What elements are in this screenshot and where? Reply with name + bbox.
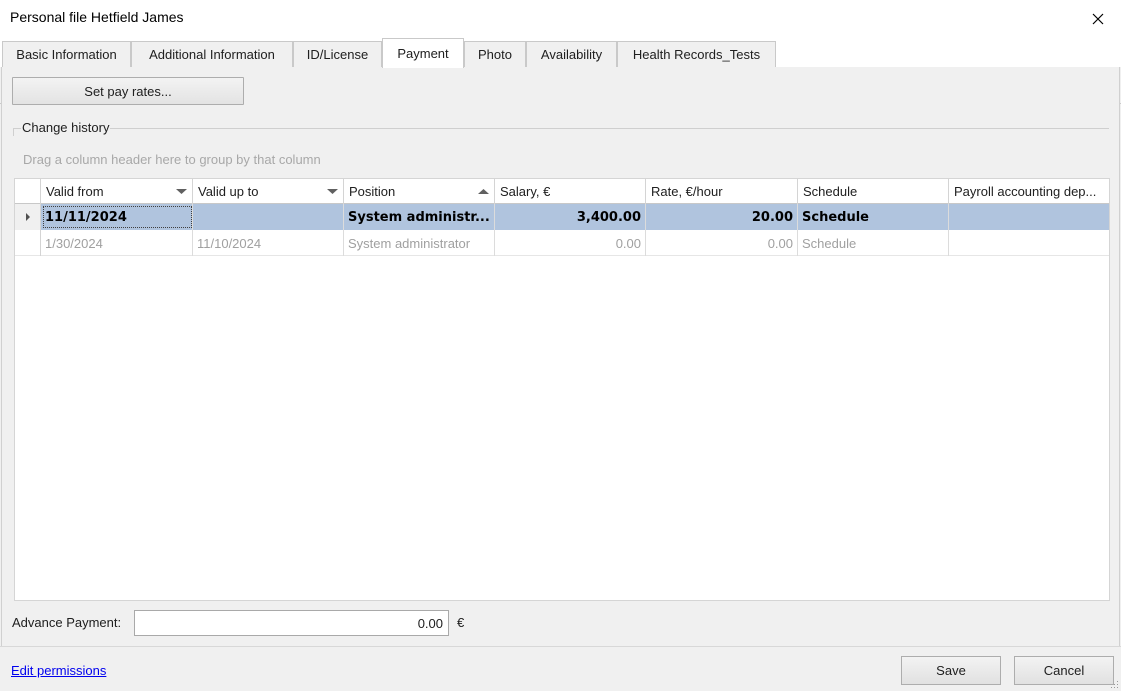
filter-dropdown-icon[interactable] [176, 186, 187, 196]
cell-salary[interactable]: 3,400.00 [495, 204, 646, 230]
currency-unit: € [457, 615, 465, 630]
tab-photo[interactable]: Photo [464, 41, 526, 67]
payment-tab-content: Set pay rates... Change history Drag a c… [1, 67, 1120, 646]
table-row[interactable]: 11/11/2024 System administr... 3,400.00 … [15, 204, 1109, 230]
cell-valid-from[interactable]: 11/11/2024 [41, 204, 193, 230]
set-pay-rates-button[interactable]: Set pay rates... [12, 77, 244, 105]
column-header-label: Payroll accounting dep... [954, 184, 1097, 199]
edit-permissions-link[interactable]: Edit permissions [11, 663, 106, 678]
grid-header: Valid from Valid up to Position Salary, … [15, 179, 1109, 204]
tab-label: Payment [397, 46, 449, 61]
tab-label: Photo [478, 47, 512, 62]
resize-grip-icon[interactable] [1110, 680, 1119, 689]
advance-payment-input[interactable] [134, 610, 449, 636]
column-header-label: Schedule [803, 184, 858, 199]
column-header-payroll-accounting[interactable]: Payroll accounting dep... [949, 179, 1109, 204]
tab-id-license[interactable]: ID/License [293, 41, 382, 67]
column-header-position[interactable]: Position [344, 179, 495, 204]
column-header-valid-from[interactable]: Valid from [41, 179, 193, 204]
column-header-label: Salary, € [500, 184, 551, 199]
change-history-title: Change history [21, 120, 111, 135]
tab-label: Health Records_Tests [632, 47, 761, 62]
column-header-label: Valid from [46, 184, 104, 199]
column-header-label: Position [349, 184, 396, 199]
group-divider-left [13, 128, 14, 136]
cancel-button[interactable]: Cancel [1014, 656, 1114, 685]
row-indicator [15, 204, 41, 230]
close-button[interactable] [1075, 0, 1121, 37]
tab-label: Basic Information [16, 47, 117, 62]
change-history-grid: Valid from Valid up to Position Salary, … [14, 178, 1110, 601]
row-indicator [15, 230, 41, 256]
cell-rate[interactable]: 20.00 [646, 204, 798, 230]
sort-ascending-icon [478, 189, 489, 194]
dialog-footer: Edit permissions Save Cancel [0, 646, 1121, 691]
close-icon [1092, 13, 1104, 24]
group-divider [13, 128, 1109, 129]
tab-strip: Basic Information Additional Information… [0, 37, 1121, 104]
table-row[interactable]: 1/30/2024 11/10/2024 System administrato… [15, 230, 1109, 256]
cell-rate[interactable]: 0.00 [646, 230, 798, 256]
personal-file-window: Personal file Hetfield James Basic Infor… [0, 0, 1121, 691]
tab-additional-information[interactable]: Additional Information [131, 41, 293, 67]
tab-label: Availability [540, 47, 603, 62]
window-title: Personal file Hetfield James [10, 9, 184, 25]
column-header-label: Valid up to [198, 184, 259, 199]
cell-position[interactable]: System administrator [344, 230, 495, 256]
tab-label: ID/License [306, 47, 369, 62]
filter-dropdown-icon[interactable] [327, 186, 338, 196]
header-row-indicator [15, 179, 41, 204]
cell-position[interactable]: System administr... [344, 204, 495, 230]
cell-valid-up-to[interactable]: 11/10/2024 [193, 230, 344, 256]
advance-payment-label: Advance Payment: [12, 615, 122, 630]
tab-payment[interactable]: Payment [382, 38, 464, 68]
current-row-arrow-icon [25, 213, 30, 221]
column-header-valid-up-to[interactable]: Valid up to [193, 179, 344, 204]
column-header-rate[interactable]: Rate, €/hour [646, 179, 798, 204]
tab-basic-information[interactable]: Basic Information [2, 41, 131, 67]
column-header-label: Rate, €/hour [651, 184, 723, 199]
tab-label: Additional Information [149, 47, 275, 62]
column-header-salary[interactable]: Salary, € [495, 179, 646, 204]
tab-health-records-tests[interactable]: Health Records_Tests [617, 41, 776, 67]
cell-payroll-accounting[interactable] [949, 230, 1109, 256]
group-by-panel[interactable]: Drag a column header here to group by th… [23, 152, 321, 167]
cell-valid-up-to[interactable] [193, 204, 344, 230]
cell-valid-from[interactable]: 1/30/2024 [41, 230, 193, 256]
cell-schedule[interactable]: Schedule [798, 204, 949, 230]
cell-payroll-accounting[interactable] [949, 204, 1109, 230]
column-header-schedule[interactable]: Schedule [798, 179, 949, 204]
tab-availability[interactable]: Availability [526, 41, 617, 67]
cell-schedule[interactable]: Schedule [798, 230, 949, 256]
cell-salary[interactable]: 0.00 [495, 230, 646, 256]
save-button[interactable]: Save [901, 656, 1001, 685]
title-bar: Personal file Hetfield James [0, 0, 1121, 37]
